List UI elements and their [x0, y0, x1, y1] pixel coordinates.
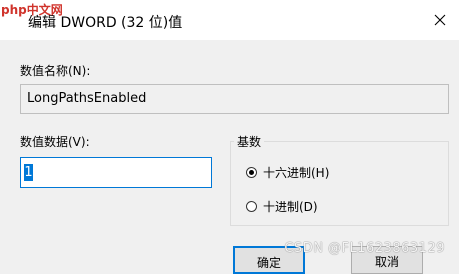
radio-hex[interactable]: 十六进制(H) — [246, 164, 329, 181]
value-name-field: LongPathsEnabled — [20, 84, 449, 114]
ok-button-label: 确定 — [256, 256, 281, 270]
watermark: CSDN @FL1623863129 — [284, 241, 445, 256]
radio-decimal-indicator — [246, 201, 257, 212]
radio-hex-label: 十六进制(H) — [263, 166, 330, 180]
value-data-label: 数值数据(V): — [20, 135, 90, 149]
title-bar: php中文网 编辑 DWORD (32 位)值 — [0, 0, 459, 40]
value-data-input[interactable]: 1 — [20, 157, 212, 188]
value-name-text: LongPathsEnabled — [27, 91, 147, 106]
radio-hex-indicator — [246, 167, 257, 178]
close-button[interactable] — [421, 0, 459, 40]
value-data-text: 1 — [24, 164, 33, 181]
value-name-label: 数值名称(N): — [20, 64, 91, 78]
window-title: 编辑 DWORD (32 位)值 — [28, 15, 183, 31]
base-label: 基数 — [234, 133, 265, 150]
close-icon — [434, 14, 446, 26]
radio-decimal-label: 十进制(D) — [263, 200, 318, 214]
radio-decimal[interactable]: 十进制(D) — [246, 198, 318, 215]
